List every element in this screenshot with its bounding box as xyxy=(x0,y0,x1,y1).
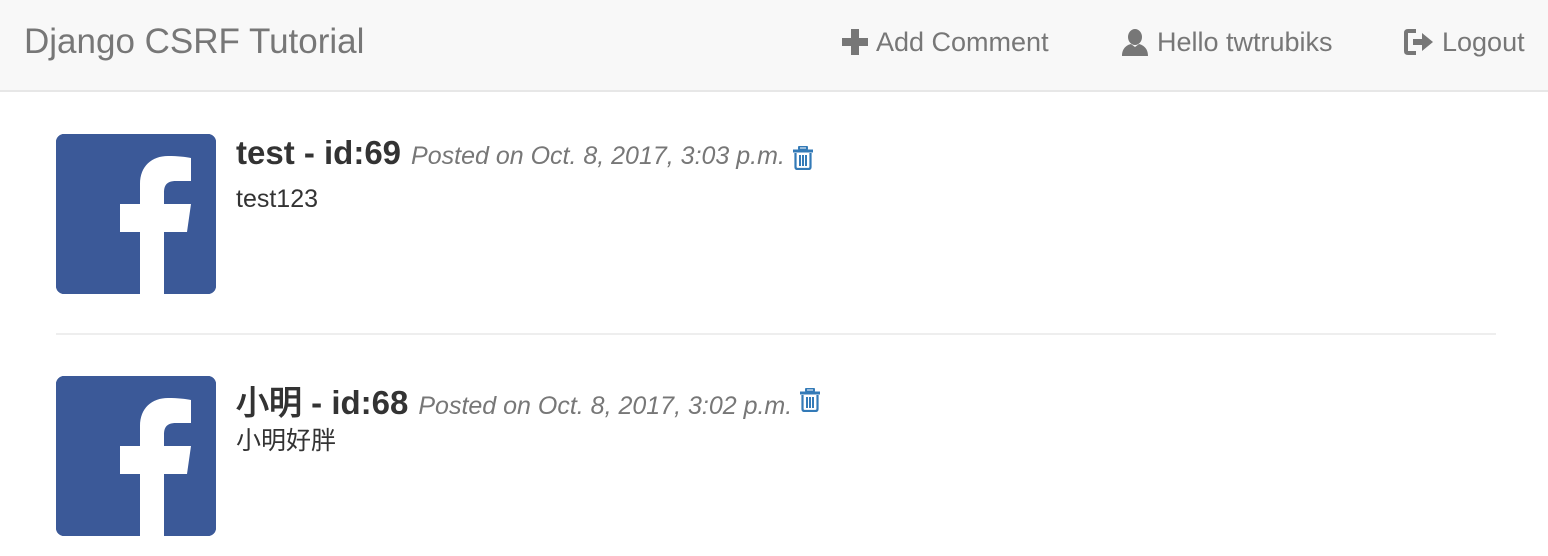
trash-icon[interactable] xyxy=(800,388,821,412)
comment-body: test - id:69 Posted on Oct. 8, 2017, 3:0… xyxy=(236,134,1436,214)
logout-label: Logout xyxy=(1442,26,1525,57)
brand-link[interactable]: Django CSRF Tutorial xyxy=(24,22,364,62)
logout-link[interactable]: Logout xyxy=(1404,24,1525,60)
comment-body: 小明 - id:68 Posted on Oct. 8, 2017, 3:02 … xyxy=(236,376,1436,456)
user-greeting-link[interactable]: Hello twtrubiks xyxy=(1121,24,1333,60)
comment-item: 小明 - id:68 Posted on Oct. 8, 2017, 3:02 … xyxy=(56,376,1496,536)
comment-heading: 小明 - id:68 Posted on Oct. 8, 2017, 3:02 … xyxy=(236,376,1436,421)
add-comment-link[interactable]: Add Comment xyxy=(842,24,1049,60)
comment-timestamp: Posted on Oct. 8, 2017, 3:02 p.m. xyxy=(418,392,793,420)
user-icon xyxy=(1121,28,1149,56)
add-comment-label: Add Comment xyxy=(876,26,1049,57)
comment-heading: test - id:69 Posted on Oct. 8, 2017, 3:0… xyxy=(236,134,1436,178)
comment-author: test - id:69 xyxy=(236,134,402,171)
comment-item: test - id:69 Posted on Oct. 8, 2017, 3:0… xyxy=(56,134,1496,294)
logout-icon xyxy=(1404,29,1434,55)
trash-icon[interactable] xyxy=(792,146,813,170)
comment-text: test123 xyxy=(236,185,319,213)
comment-divider xyxy=(56,333,1496,335)
facebook-icon xyxy=(56,376,216,536)
comment-author: 小明 - id:68 xyxy=(236,384,409,421)
plus-icon xyxy=(842,29,868,55)
navbar: Django CSRF Tutorial Add Comment Hello t… xyxy=(0,0,1548,92)
user-greeting-label: Hello twtrubiks xyxy=(1157,26,1333,57)
comment-timestamp: Posted on Oct. 8, 2017, 3:03 p.m. xyxy=(411,142,785,170)
comment-text: 小明好胖 xyxy=(236,427,337,455)
facebook-icon xyxy=(56,134,216,294)
